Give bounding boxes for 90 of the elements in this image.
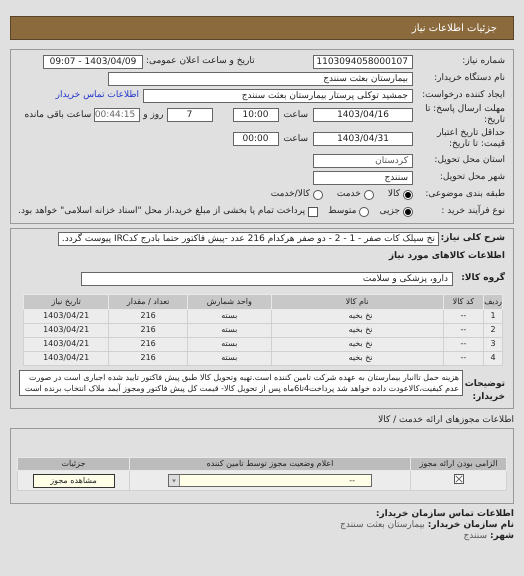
contact-link[interactable]: اطلاعات تماس خریدار xyxy=(56,88,139,102)
field-label: نام دستگاه خریدار: xyxy=(433,73,505,84)
table-cell: 216 xyxy=(108,351,188,365)
table-cell: 2 xyxy=(484,323,502,337)
column-header: ردیف xyxy=(484,294,502,309)
input-field: 1403/04/31 xyxy=(313,132,413,146)
table-cell: بسته xyxy=(187,337,272,351)
input-field: 10:00 xyxy=(232,108,278,122)
input-field: 00:00 xyxy=(232,132,278,146)
field-label: توضیحات خریدار: xyxy=(464,378,505,404)
field-label: مهلت ارسال پاسخ: تا تاریخ: xyxy=(424,104,505,126)
field-label: گروه کالا: xyxy=(460,272,505,285)
table-cell: 3 xyxy=(484,337,502,351)
field-label: تاریخ و ساعت اعلان عمومی: xyxy=(146,56,255,67)
input-field: بیمارستان بعثت سنندج xyxy=(108,72,413,86)
field-label: کالا xyxy=(388,189,400,200)
status-dropdown[interactable]: -- xyxy=(168,474,372,487)
column-header: اعلام وضعیت مجوز توسط تامین کننده xyxy=(130,458,410,470)
table-cell: 216 xyxy=(108,309,188,323)
field-label: شرح کلی نیاز: xyxy=(440,232,505,246)
field-label: متوسط xyxy=(328,206,356,217)
input-field: 1103094058000107 xyxy=(313,54,413,68)
checkbox[interactable] xyxy=(308,206,318,216)
field-label: کالا/خدمت xyxy=(270,189,310,200)
table-cell: -- xyxy=(443,351,484,365)
input-field: نخ سیلک کات صفر - 1 - 2 - دو صفر هرکدام 216 عدد -پیش فاکتور حتما بادرج کدIRC پیوست گردد. xyxy=(58,232,439,246)
table-cell: -- xyxy=(443,309,484,323)
column-header: تاریخ نیاز xyxy=(24,294,109,309)
input-field: 1403/04/09 - 09:07 xyxy=(43,54,143,68)
table-cell: نخ بخیه xyxy=(271,351,444,365)
radio-button[interactable] xyxy=(403,206,413,216)
column-header: کد کالا xyxy=(443,294,484,309)
countdown-field: 00:44:15 xyxy=(94,108,140,122)
field-label: شهر: xyxy=(490,531,514,542)
field-label: ساعت xyxy=(284,134,308,144)
table-cell: بسته xyxy=(187,351,272,365)
field-label: نوع فرآیند خرید : xyxy=(440,206,505,217)
input-field: 7 xyxy=(166,108,212,122)
field-label: پرداخت تمام یا بخشی از مبلغ خرید،از محل "اسناد خزانه اسلامی" خواهد بود. xyxy=(18,206,306,217)
contact-title: اطلاعات تماس سازمان خریدار: xyxy=(374,509,514,520)
table-cell: 1 xyxy=(484,309,502,323)
table-cell: 1403/04/21 xyxy=(24,337,109,351)
table-cell: -- xyxy=(443,323,484,337)
table-cell: نخ بخیه xyxy=(271,323,444,337)
field-label: خدمت xyxy=(336,189,361,200)
field-label: نام سازمان خریدار: xyxy=(428,520,514,531)
field-label: جزیی xyxy=(379,206,400,217)
radio-button[interactable] xyxy=(312,190,323,200)
view-permit-button[interactable]: مشاهده مجوز xyxy=(32,474,114,488)
table-cell: 216 xyxy=(108,323,188,337)
field-label: ساعت باقی مانده xyxy=(24,110,92,120)
input-field: سنندج xyxy=(313,170,413,184)
caret-icon xyxy=(169,475,180,486)
section-title: اطلاعات مجوزهای ارائه خدمت / کالا xyxy=(377,414,514,426)
input-field: جمشید توکلی پرستار بیمارستان بعثت سنندج xyxy=(143,88,413,102)
table-cell: 216 xyxy=(108,337,188,351)
table-cell: بسته xyxy=(187,323,272,337)
field-label: شهر محل تحویل: xyxy=(438,172,505,183)
radio-button[interactable] xyxy=(403,190,413,200)
radio-button[interactable] xyxy=(359,206,370,216)
field-label: شماره نیاز: xyxy=(461,56,505,67)
field-label: حداقل تاریخ اعتبار قیمت: تا تاریخ: xyxy=(436,128,505,150)
table-cell: 1403/04/21 xyxy=(24,351,109,365)
field-label: استان محل تحویل: xyxy=(433,155,505,166)
table-cell: 1403/04/21 xyxy=(24,309,109,323)
table-cell: نخ بخیه xyxy=(271,337,444,351)
column-header: تعداد / مقدار xyxy=(108,294,188,309)
field-label: ایجاد کننده درخواست: xyxy=(421,90,505,101)
input-field: کردستان xyxy=(313,154,413,168)
table-cell: 1403/04/21 xyxy=(24,323,109,337)
column-header: جزئیات xyxy=(18,458,130,470)
table-cell: نخ بخیه xyxy=(271,309,444,323)
table-cell: -- xyxy=(443,337,484,351)
section-title: اطلاعات کالاهای مورد نیاز xyxy=(388,250,505,263)
column-header: نام کالا xyxy=(271,294,444,309)
field-value: سنندج xyxy=(463,531,487,542)
column-header: واحد شمارش xyxy=(187,294,272,309)
table-cell: بسته xyxy=(187,309,272,323)
field-label: طبقه بندی موضوعی: xyxy=(424,189,505,200)
checkbox[interactable] xyxy=(454,474,464,484)
table-cell: 4 xyxy=(484,351,502,365)
page-title: جزئیات اطلاعات نیاز xyxy=(412,22,497,36)
input-field: 1403/04/16 xyxy=(313,108,413,122)
input-field: دارو، پزشکی و سلامت xyxy=(81,272,453,286)
field-label: روز و xyxy=(143,110,164,120)
column-header: الزامی بودن ارائه مجوز xyxy=(410,458,506,470)
field-label: ساعت xyxy=(284,110,308,120)
radio-button[interactable] xyxy=(364,190,374,200)
notes-text: هزینه حمل تاانبار بیمارستان به عهده شرکت تامین کننده است.تهیه وتحویل کالا طبق پیش فاکتور تایید شده اجباری است در صورت عدم کیفیت،کالاعودت داده خواهد شد پرداخت4تا6ماه پس از تحویل کالا- قیمت کل پیش فاکتور ومجوز آیمد ملاک انتخاب برنده است xyxy=(19,370,463,396)
field-value: بیمارستان بعثت سنندج xyxy=(340,520,425,531)
